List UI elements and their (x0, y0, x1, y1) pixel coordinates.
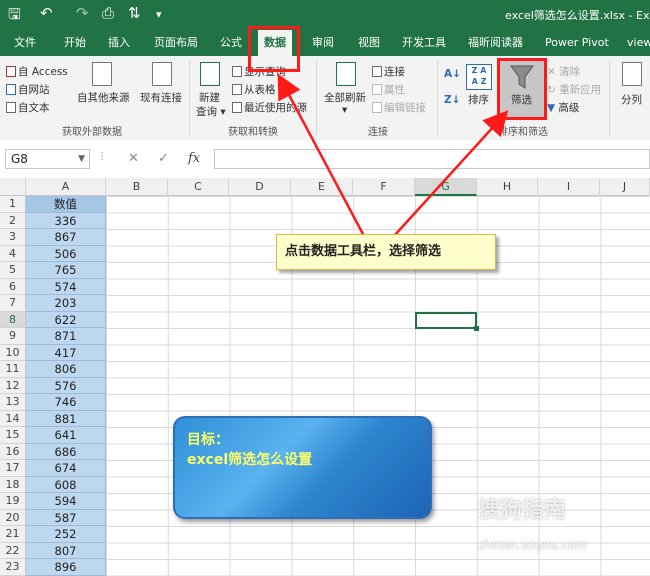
goal-box: 目标： excel筛选怎么设置 (173, 416, 432, 519)
goal-title: 目标： (187, 432, 229, 448)
instruction-callout: 点击数据工具栏，选择筛选 (276, 234, 496, 270)
watermark-url: zhinan.sogou.com (478, 538, 588, 552)
goal-text: excel筛选怎么设置 (187, 452, 313, 468)
watermark-logo: 搜狗指南 (478, 498, 567, 523)
arrow-to-filter (393, 110, 509, 237)
arrow-to-data-tab (277, 73, 366, 237)
